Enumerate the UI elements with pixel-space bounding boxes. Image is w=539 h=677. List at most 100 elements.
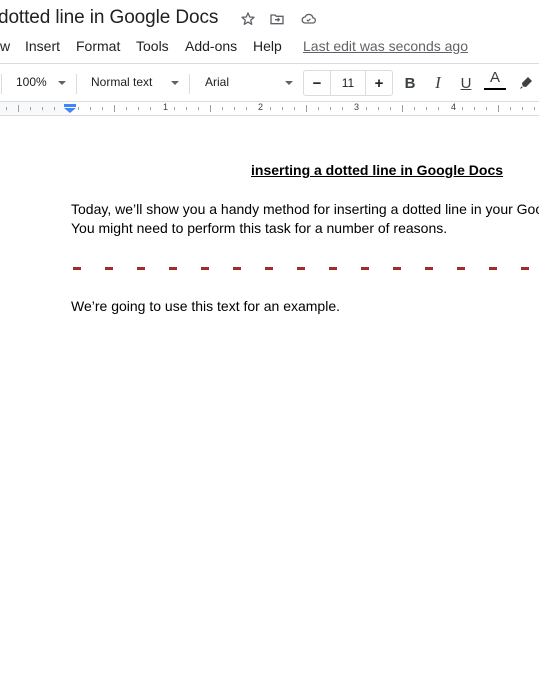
ruler-tick [210,105,211,112]
dotted-line-dash [73,267,81,270]
ruler-number: 4 [451,102,457,112]
ruler-number: 1 [163,102,169,112]
decrease-font-size-button[interactable]: − [304,71,330,95]
ruler-tick [126,107,127,110]
highlight-color-button[interactable] [517,73,535,93]
ruler-tick [426,107,427,110]
ruler-tick [42,107,43,110]
ruler-tick [150,107,151,110]
font-size-input[interactable]: 11 [330,71,366,95]
dotted-line-dash [393,267,401,270]
style-chevron-down-icon[interactable] [171,81,179,85]
toolbar: 100% Normal text Arial − 11 + B I U A [0,63,539,101]
ruler-tick [54,107,55,110]
ruler-number: 2 [258,102,264,112]
ruler-tick [222,107,223,110]
toolbar-divider [76,74,77,94]
star-icon[interactable] [239,10,257,28]
toolbar-divider [189,74,190,94]
ruler-tick [522,107,523,110]
paragraph-style-select[interactable]: Normal text [91,75,152,89]
ruler-tick [534,107,535,110]
dotted-line-dash [201,267,209,270]
ruler-tick [90,107,91,110]
ruler-tick [174,107,175,110]
ruler-tick [510,107,511,110]
font-select[interactable]: Arial [205,75,229,89]
ruler-tick [270,107,271,110]
ruler-tick [390,107,391,110]
ruler-tick [246,107,247,110]
ruler-tick [138,107,139,110]
dotted-line-dash [329,267,337,270]
menu-format[interactable]: Format [76,38,120,54]
italic-button[interactable]: I [429,73,447,93]
ruler-tick [114,105,115,112]
cloud-saved-icon[interactable] [299,10,317,28]
menu-view[interactable]: w [0,38,10,54]
dotted-line-dash [137,267,145,270]
underline-button[interactable]: U [457,73,475,93]
indent-marker-icon[interactable] [64,104,76,113]
ruler-tick [474,107,475,110]
ruler-tick [402,105,403,112]
bold-button[interactable]: B [401,73,419,93]
document-heading: inserting a dotted line in Google Docs [251,162,504,178]
ruler-tick [6,107,7,110]
ruler-tick [414,107,415,110]
ruler-tick [318,107,319,110]
paragraph-line-2: You might need to perform this task for … [71,220,448,236]
last-edit-link[interactable]: Last edit was seconds ago [303,38,468,54]
example-text: We’re going to use this text for an exam… [71,298,340,314]
highlighter-icon [520,77,532,89]
dotted-line-dash [425,267,433,270]
dotted-line-dash [457,267,465,270]
zoom-chevron-down-icon[interactable] [58,81,66,85]
menu-add-ons[interactable]: Add-ons [185,38,237,54]
ruler-number: 3 [354,102,360,112]
ruler-tick [438,107,439,110]
dotted-line-dash [489,267,497,270]
font-size-stepper: − 11 + [303,70,393,96]
font-chevron-down-icon[interactable] [285,81,293,85]
title-bar: dotted line in Google Docs [0,0,539,36]
ruler[interactable]: 1 2 3 4 [0,101,539,116]
dotted-line-dash [361,267,369,270]
ruler-tick [378,107,379,110]
ruler-tick [498,105,499,112]
menu-insert[interactable]: Insert [25,38,60,54]
ruler-tick [486,107,487,110]
menu-tools[interactable]: Tools [136,38,169,54]
ruler-tick [342,107,343,110]
dotted-line-dash [233,267,241,270]
document-page[interactable]: inserting a dotted line in Google Docs T… [0,117,539,677]
ruler-active-area [70,102,539,115]
ruler-tick [234,107,235,110]
document-title[interactable]: dotted line in Google Docs [0,7,218,29]
toolbar-divider [1,74,2,94]
text-color-swatch [484,88,506,90]
dotted-line-dash [521,267,529,270]
ruler-tick [102,107,103,110]
menu-bar: w Insert Format Tools Add-ons Help Last … [0,36,539,58]
increase-font-size-button[interactable]: + [366,71,392,95]
paragraph-line-1: Today, we’ll show you a handy method for… [71,201,539,217]
ruler-tick [282,107,283,110]
zoom-select[interactable]: 100% [16,75,47,89]
dotted-line-dash [297,267,305,270]
dotted-line-dash [265,267,273,270]
ruler-tick [294,107,295,110]
ruler-tick [78,107,79,110]
ruler-tick [30,107,31,110]
menu-help[interactable]: Help [253,38,282,54]
move-to-folder-icon[interactable] [268,10,286,28]
ruler-tick [366,107,367,110]
ruler-tick [306,105,307,112]
dotted-line-dash [169,267,177,270]
ruler-tick [186,107,187,110]
text-color-button[interactable]: A [484,70,506,90]
ruler-tick [330,107,331,110]
ruler-tick [18,105,19,112]
dotted-line-dash [105,267,113,270]
ruler-tick [462,107,463,110]
